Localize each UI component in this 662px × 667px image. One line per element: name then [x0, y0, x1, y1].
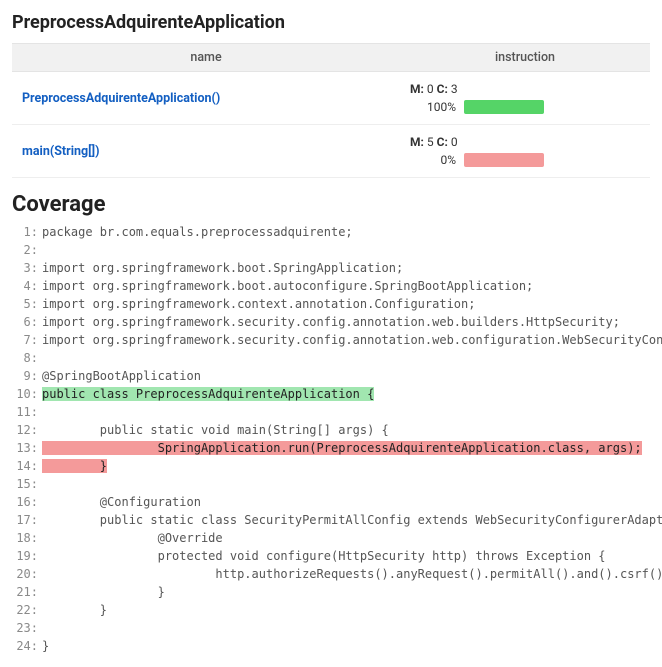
- method-link[interactable]: main(String[]): [22, 144, 99, 159]
- m-value: 0: [427, 82, 434, 96]
- missed-covered: M: 5 C: 0: [410, 135, 640, 149]
- source-line: 3: import org.springframework.boot.Spring…: [12, 259, 650, 277]
- source-code: SpringApplication.run(PreprocessAdquiren…: [42, 441, 642, 455]
- source-line: 21: }: [12, 583, 650, 601]
- source-code: @Override: [42, 531, 223, 545]
- line-number: 7:: [12, 331, 38, 349]
- line-number: 23:: [12, 619, 38, 637]
- table-row: main(String[]) M: 5 C: 0 0%: [12, 125, 650, 178]
- line-number: 17:: [12, 511, 38, 529]
- source-code: protected void configure(HttpSecurity ht…: [42, 549, 606, 563]
- coverage-pct: 0%: [410, 153, 456, 167]
- source-line: 5: import org.springframework.context.ann…: [12, 295, 650, 313]
- source-code: public class PreprocessAdquirenteApplica…: [42, 387, 374, 401]
- line-number: 4:: [12, 277, 38, 295]
- line-number: 18:: [12, 529, 38, 547]
- m-label: M:: [410, 82, 424, 96]
- source-code: public static void main(String[] args) {: [42, 423, 389, 437]
- source-line: 14: }: [12, 457, 650, 475]
- method-link[interactable]: PreprocessAdquirenteApplication(): [22, 91, 220, 106]
- line-number: 13:: [12, 439, 38, 457]
- m-label: M:: [410, 135, 424, 149]
- line-number: 8:: [12, 349, 38, 367]
- col-instruction: instruction: [400, 44, 650, 72]
- source-line: 19: protected void configure(HttpSecurit…: [12, 547, 650, 565]
- c-value: 3: [451, 82, 458, 96]
- line-number: 24:: [12, 637, 38, 655]
- source-code: @Configuration: [42, 495, 201, 509]
- line-number: 5:: [12, 295, 38, 313]
- line-number: 2:: [12, 241, 38, 259]
- c-value: 0: [451, 135, 458, 149]
- source-line: 7:import org.springframework.security.co…: [12, 331, 650, 349]
- source-line: 4: import org.springframework.boot.autoco…: [12, 277, 650, 295]
- line-number: 14:: [12, 457, 38, 475]
- source-code: public static class SecurityPermitAllCon…: [42, 513, 662, 527]
- line-number: 21:: [12, 583, 38, 601]
- source-line: 22: }: [12, 601, 650, 619]
- table-row: PreprocessAdquirenteApplication() M: 0 C:…: [12, 72, 650, 125]
- source-code: http.authorizeRequests().anyRequest().pe…: [42, 567, 662, 581]
- line-number: 20:: [12, 565, 38, 583]
- line-number: 6:: [12, 313, 38, 331]
- coverage-table: name instruction PreprocessAdquirenteApp…: [12, 43, 650, 178]
- line-number: 12:: [12, 421, 38, 439]
- line-number: 11:: [12, 403, 38, 421]
- line-number: 3:: [12, 259, 38, 277]
- source-line: 1: package br.com.equals.preprocessadquir…: [12, 223, 650, 241]
- m-value: 5: [427, 135, 434, 149]
- source-code: import org.springframework.context.annot…: [42, 297, 475, 311]
- source-code: }: [42, 603, 107, 617]
- source-line: 11:: [12, 403, 650, 421]
- source-line: 17: public static class SecurityPermitAl…: [12, 511, 650, 529]
- coverage-bar: [464, 153, 544, 167]
- source-line: 16: @Configuration: [12, 493, 650, 511]
- page-title: PreprocessAdquirenteApplication: [12, 12, 650, 33]
- source-code: }: [42, 639, 49, 653]
- source-code: import org.springframework.boot.autoconf…: [42, 279, 533, 293]
- line-number: 15:: [12, 475, 38, 493]
- source-line: 6: import org.springframework.security.co…: [12, 313, 650, 331]
- c-label: C:: [437, 82, 448, 96]
- missed-covered: M: 0 C: 3: [410, 82, 640, 96]
- source-code: }: [42, 585, 165, 599]
- source-line: 13: SpringApplication.run(PreprocessAdqu…: [12, 439, 650, 457]
- source-line: 9: @SpringBootApplication: [12, 367, 650, 385]
- line-number: 10:: [12, 385, 38, 403]
- source-line: 15:: [12, 475, 650, 493]
- source-line: 12: public static void main(String[] arg…: [12, 421, 650, 439]
- coverage-pct: 100%: [410, 100, 456, 114]
- line-number: 19:: [12, 547, 38, 565]
- source-line: 20: http.authorizeRequests().anyRequest(…: [12, 565, 650, 583]
- source-line: 10: public class PreprocessAdquirenteAppl…: [12, 385, 650, 403]
- source-line: 23:: [12, 619, 650, 637]
- source-code: package br.com.equals.preprocessadquiren…: [42, 225, 353, 239]
- source-code: @SpringBootApplication: [42, 369, 201, 383]
- source-listing: 1: package br.com.equals.preprocessadquir…: [12, 223, 650, 655]
- source-line: 8:: [12, 349, 650, 367]
- source-code: }: [42, 459, 107, 473]
- line-number: 9:: [12, 367, 38, 385]
- source-line: 18: @Override: [12, 529, 650, 547]
- line-number: 16:: [12, 493, 38, 511]
- source-line: 24:}: [12, 637, 650, 655]
- source-code: import org.springframework.security.conf…: [42, 333, 662, 347]
- line-number: 1:: [12, 223, 38, 241]
- line-number: 22:: [12, 601, 38, 619]
- c-label: C:: [437, 135, 448, 149]
- col-name: name: [12, 44, 400, 72]
- coverage-bar: [464, 100, 544, 114]
- source-code: import org.springframework.security.conf…: [42, 315, 620, 329]
- source-code: import org.springframework.boot.SpringAp…: [42, 261, 403, 275]
- source-line: 2:: [12, 241, 650, 259]
- coverage-heading: Coverage: [12, 192, 650, 217]
